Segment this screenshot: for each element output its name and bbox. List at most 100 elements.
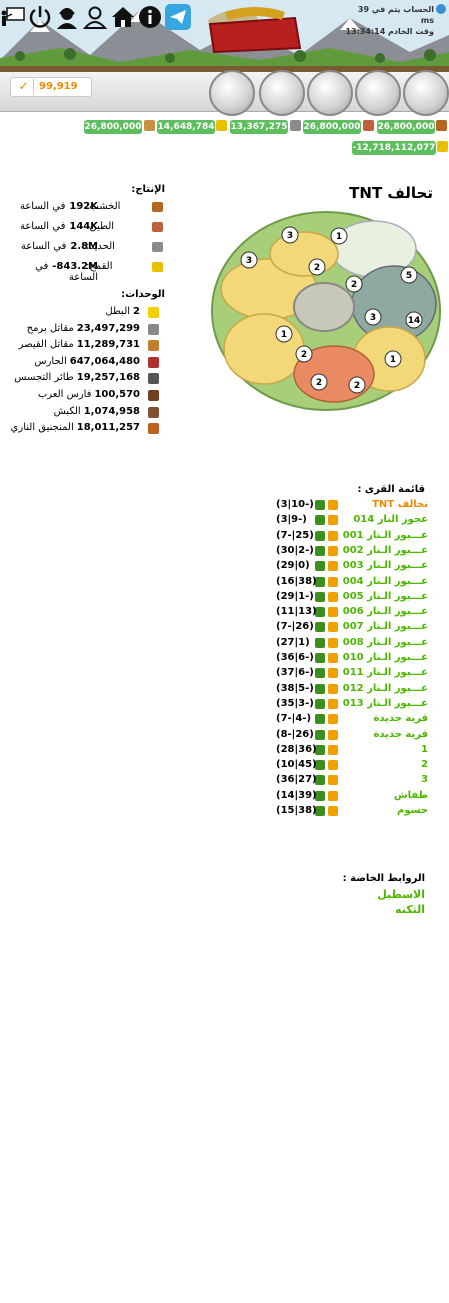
send-troops-icon[interactable] — [315, 515, 325, 526]
attack-icon[interactable] — [328, 698, 338, 709]
send-troops-icon[interactable] — [315, 729, 325, 740]
profile-icon[interactable] — [82, 4, 108, 30]
nav-reports-button[interactable] — [209, 70, 255, 116]
send-troops-icon[interactable] — [315, 500, 325, 510]
send-troops-icon[interactable] — [315, 561, 325, 572]
attack-icon[interactable] — [328, 790, 338, 801]
globe-icon — [436, 4, 446, 14]
village-list-item[interactable]: 2 (10|45) — [270, 759, 428, 774]
village-list-item[interactable]: طفاش (14|39) — [270, 790, 428, 805]
attack-icon[interactable] — [328, 653, 338, 663]
send-troops-icon[interactable] — [315, 698, 325, 709]
village-list-item[interactable]: حسوم (15|38) — [270, 805, 428, 820]
village-list-item[interactable]: عـــبور الـنار 011 (37|6-) — [270, 667, 428, 682]
village-name[interactable]: قرية جديدة — [374, 729, 429, 740]
village-name[interactable]: 1 — [421, 744, 428, 755]
village-list-item[interactable]: عـــبور الـنار 003 (29|0) — [270, 560, 428, 575]
village-name[interactable]: عـــبور الـنار 006 — [343, 606, 428, 617]
village-list-item[interactable]: تحالف TNT (3|10-) — [270, 499, 428, 514]
attack-icon[interactable] — [328, 637, 338, 648]
send-troops-icon[interactable] — [315, 622, 325, 633]
village-name[interactable]: تحالف TNT — [372, 499, 428, 510]
village-list-item[interactable]: عـــبور الـنار 004 (16|38) — [270, 576, 428, 591]
unit-name: مقاتل القيصر — [18, 339, 74, 351]
village-name[interactable]: عـــبور الـنار 002 — [343, 545, 428, 556]
village-name[interactable]: عـــبور الـنار 010 — [343, 652, 428, 663]
send-troops-icon[interactable] — [315, 668, 325, 679]
village-name[interactable]: عـــبور الـنار 003 — [343, 560, 428, 571]
village-list-item[interactable]: قرية جديدة (8-|26) — [270, 729, 428, 744]
village-name[interactable]: عـــبور الـنار 008 — [343, 637, 428, 648]
send-troops-icon[interactable] — [315, 653, 325, 663]
nav-village-center-button[interactable] — [355, 70, 401, 116]
village-coords: (11|13) — [276, 606, 317, 618]
send-troops-icon[interactable] — [315, 714, 325, 725]
unit-row: 100,570فارس العرب — [18, 389, 166, 403]
link-barracks[interactable]: الثكنه — [395, 903, 425, 916]
village-list-item[interactable]: قرية جديدة (7-|4-) — [270, 713, 428, 728]
send-troops-icon[interactable] — [315, 530, 325, 541]
village-name[interactable]: عـــبور الـنار 001 — [343, 530, 428, 541]
village-name[interactable]: طفاش — [394, 790, 428, 801]
unit-row: 18,011,257المنجنيق الناري — [11, 422, 166, 436]
gold-box[interactable]: ✓ 99,919 — [10, 77, 92, 97]
village-name[interactable]: 2 — [421, 759, 428, 770]
village-list-item[interactable]: عـــبور الـنار 010 (36|6-) — [270, 652, 428, 667]
attack-icon[interactable] — [328, 683, 338, 694]
attack-icon[interactable] — [328, 668, 338, 679]
support-icon[interactable] — [54, 4, 80, 30]
attack-icon[interactable] — [328, 806, 338, 816]
attack-icon[interactable] — [328, 760, 338, 771]
village-name[interactable]: عـــبور الـنار 007 — [343, 621, 428, 632]
village-list-item[interactable]: عـــبور الـنار 007 (7-|26) — [270, 621, 428, 636]
nav-village-overview-button[interactable] — [403, 70, 449, 116]
send-troops-icon[interactable] — [315, 637, 325, 648]
village-list-item[interactable]: عـــبور الـنار 008 (27|1) — [270, 637, 428, 652]
send-troops-icon[interactable] — [315, 545, 325, 556]
attack-icon[interactable] — [328, 714, 338, 725]
attack-icon[interactable] — [328, 744, 338, 755]
village-name[interactable]: قرية جديدة — [374, 713, 429, 724]
village-list-item[interactable]: 3 (36|27) — [270, 774, 428, 789]
attack-icon[interactable] — [328, 515, 338, 526]
village-name[interactable]: عـــبور الـنار 005 — [343, 591, 428, 602]
send-troops-icon[interactable] — [315, 683, 325, 694]
village-list-item[interactable]: 1 (28|36) — [270, 744, 428, 759]
attack-icon[interactable] — [328, 561, 338, 572]
village-list-item[interactable]: عـــبور الـنار 001 (7-|25) — [270, 530, 428, 545]
attack-icon[interactable] — [328, 530, 338, 541]
village-name[interactable]: حسوم — [397, 805, 428, 816]
village-list-item[interactable]: عـــبور الـنار 006 (11|13) — [270, 606, 428, 621]
attack-icon[interactable] — [328, 607, 338, 618]
village-name[interactable]: 3 — [421, 774, 428, 785]
village-name[interactable]: عـــبور الـنار 013 — [343, 698, 428, 709]
village-name[interactable]: عجوز النار 014 — [353, 514, 428, 525]
village-list-item[interactable]: عـــبور الـنار 013 (35|3-) — [270, 698, 428, 713]
info-icon[interactable] — [137, 4, 163, 30]
presentation-icon[interactable] — [0, 4, 26, 30]
village-name[interactable]: عـــبور الـنار 011 — [343, 667, 428, 678]
send-troops-icon[interactable] — [315, 591, 325, 602]
village-name[interactable]: عـــبور الـنار 004 — [343, 576, 428, 587]
attack-icon[interactable] — [328, 775, 338, 786]
attack-icon[interactable] — [328, 729, 338, 740]
village-list-item[interactable]: عجوز النار 014 (3|9-) — [270, 514, 428, 529]
attack-icon[interactable] — [328, 576, 338, 587]
village-name[interactable]: عـــبور الـنار 012 — [343, 683, 428, 694]
field-level-label: 2 — [354, 381, 360, 391]
village-list-item[interactable]: عـــبور الـنار 012 (38|5-) — [270, 683, 428, 698]
village-fields-map[interactable]: 1 3 3 2 5 2 3 14 1 1 2 2 2 — [209, 209, 443, 413]
home-icon[interactable] — [110, 4, 136, 30]
nav-map-button[interactable] — [307, 70, 353, 116]
attack-icon[interactable] — [328, 500, 338, 510]
attack-icon[interactable] — [328, 591, 338, 602]
link-stable[interactable]: الاسطبل — [377, 888, 425, 901]
logout-icon[interactable] — [27, 4, 53, 30]
unit-icon — [148, 423, 159, 435]
nav-statistics-button[interactable] — [259, 70, 305, 116]
attack-icon[interactable] — [328, 622, 338, 633]
village-list-item[interactable]: عـــبور الـنار 002 (30|2-) — [270, 545, 428, 560]
village-list-item[interactable]: عـــبور الـنار 005 (29|1-) — [270, 591, 428, 606]
telegram-icon[interactable] — [165, 4, 191, 30]
attack-icon[interactable] — [328, 545, 338, 556]
